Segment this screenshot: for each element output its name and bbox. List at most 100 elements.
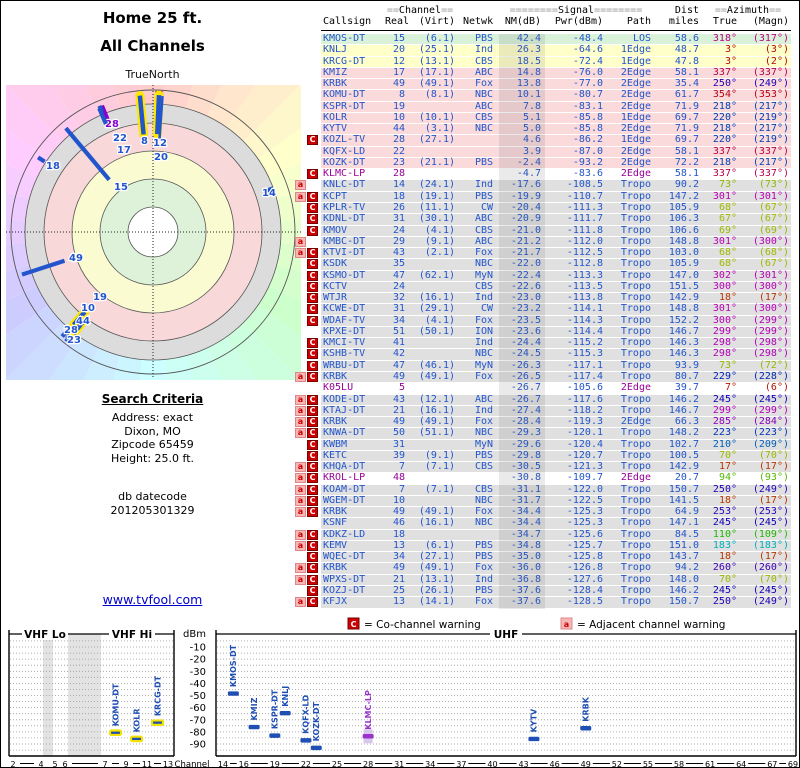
channel-spoke-label: 22 xyxy=(113,133,127,144)
real-channel-cell: 31 xyxy=(392,438,405,450)
miles-cell: 141.5 xyxy=(668,494,699,506)
network-cell: ABC xyxy=(474,100,493,112)
azimuth-true-cell: 68° xyxy=(718,201,737,213)
db-datecode-value: 201205301329 xyxy=(110,504,195,517)
azimuth-true-cell: 354° xyxy=(712,89,737,101)
azimuth-true-cell: 73° xyxy=(718,359,737,371)
nm-db-cell: 42.4 xyxy=(516,33,541,44)
nm-db-cell: -21.0 xyxy=(510,224,541,236)
co-channel-warning-badge: C xyxy=(307,529,318,540)
callsign-cell: KNWA-DT xyxy=(323,427,366,439)
nm-db-cell: -24.5 xyxy=(510,348,541,360)
virtual-channel-cell: (2.1) xyxy=(424,247,455,259)
co-channel-warning-badge: C xyxy=(307,450,318,461)
column-header: (Virt) xyxy=(418,16,455,27)
signal-bar xyxy=(279,711,291,716)
tvfool-link[interactable]: www.tvfool.com xyxy=(103,592,203,607)
azimuth-magnetic-cell: (93°) xyxy=(758,472,789,484)
path-cell: Tropo xyxy=(620,562,651,574)
adjacent-channel-warning-badge: a xyxy=(295,495,306,506)
network-cell: PBS xyxy=(474,551,493,563)
miles-cell: 146.2 xyxy=(668,393,699,405)
power-dbm-cell: -119.3 xyxy=(566,416,603,428)
table-header-rule xyxy=(321,30,791,31)
azimuth-magnetic-cell: (245°) xyxy=(752,393,789,405)
network-cell: NBC xyxy=(474,494,493,506)
channel-spoke-label: 10 xyxy=(81,303,95,314)
power-dbm-cell: -126.8 xyxy=(566,562,603,574)
azimuth-true-cell: 94° xyxy=(718,472,737,484)
azimuth-magnetic-cell: (249°) xyxy=(752,596,789,608)
signal-bar-callsign-label: KOLR xyxy=(132,709,141,733)
miles-cell: 48.7 xyxy=(674,44,699,56)
virtual-channel-cell: (16.1) xyxy=(418,404,455,416)
nm-db-cell: 7.8 xyxy=(522,100,541,112)
azimuth-true-cell: 3° xyxy=(724,44,737,56)
nm-db-cell: -20.4 xyxy=(510,201,541,213)
adjacent-channel-warning-badge: a xyxy=(295,574,306,585)
azimuth-magnetic-cell: (6°) xyxy=(764,382,789,394)
nm-db-cell: -26.3 xyxy=(510,359,541,371)
miles-cell: 151.5 xyxy=(668,280,699,292)
y-tick-label: -50 xyxy=(190,691,206,702)
power-dbm-cell: -85.8 xyxy=(572,111,603,123)
power-dbm-cell: -128.5 xyxy=(566,596,603,608)
miles-cell: 146.7 xyxy=(668,404,699,416)
azimuth-magnetic-cell: (317°) xyxy=(752,33,789,44)
signal-bar-callsign-label: KOZK-DT xyxy=(312,701,321,741)
path-cell: 1Edge xyxy=(620,134,651,146)
path-cell: 2Edge xyxy=(620,89,651,101)
co-channel-warning-badge: C xyxy=(307,507,318,518)
power-dbm-cell: -125.8 xyxy=(566,551,603,563)
real-channel-cell: 49 xyxy=(392,416,405,428)
network-cell: Fox xyxy=(474,416,493,428)
power-dbm-cell: -125.6 xyxy=(566,528,603,540)
real-channel-cell: 13 xyxy=(392,596,405,608)
virtual-channel-cell xyxy=(413,102,455,112)
path-cell: Tropo xyxy=(620,280,651,292)
nm-db-cell: 5.1 xyxy=(522,111,541,123)
power-dbm-cell: -93.2 xyxy=(572,156,603,168)
column-header: Path xyxy=(626,16,651,27)
real-channel-cell: 41 xyxy=(392,337,405,349)
network-cell xyxy=(463,473,493,483)
adjacent-channel-warning-badge: a xyxy=(295,507,306,518)
search-criteria-heading: Search Criteria xyxy=(101,392,204,406)
co-channel-warning-badge: C xyxy=(307,214,318,225)
power-dbm-cell: -86.2 xyxy=(572,134,603,146)
real-channel-cell: 50 xyxy=(392,427,405,439)
azimuth-magnetic-cell: (260°) xyxy=(752,562,789,574)
real-channel-cell: 7 xyxy=(398,461,405,473)
power-dbm-cell: -121.3 xyxy=(566,461,603,473)
virtual-channel-cell: (9.1) xyxy=(424,235,455,247)
power-dbm-cell: -128.4 xyxy=(566,585,603,597)
real-channel-cell: 46 xyxy=(392,517,405,529)
azimuth-magnetic-cell: (67°) xyxy=(758,258,789,270)
callsign-cell: WRBU-DT xyxy=(323,359,366,371)
nm-db-cell: -31.7 xyxy=(510,494,541,506)
co-channel-warning-badge: C xyxy=(307,169,318,180)
channel-spoke-label: 20 xyxy=(154,152,168,163)
table-row: Ca KROL-LP 48 -30.8 -109.7 2Edge 20.7 94° (93°) xyxy=(295,472,791,485)
network-cell: CBS xyxy=(474,461,493,473)
channel-tick-label: 14 xyxy=(218,760,228,768)
nm-db-cell: -20.9 xyxy=(510,213,541,225)
azimuth-true-cell: 17° xyxy=(718,461,737,473)
azimuth-true-cell: 183° xyxy=(712,539,737,551)
path-cell: Tropo xyxy=(620,404,651,416)
path-cell: Tropo xyxy=(620,314,651,326)
miles-cell: 71.9 xyxy=(674,100,699,112)
co-channel-warning-badge: C xyxy=(307,202,318,213)
azimuth-true-cell: 223° xyxy=(712,427,737,439)
virtual-channel-cell: (26.1) xyxy=(418,585,455,597)
nm-db-cell: 3.9 xyxy=(522,145,541,157)
network-cell: Ind xyxy=(474,44,493,56)
co-channel-warning-badge: C xyxy=(307,417,318,428)
azimuth-true-cell: 337° xyxy=(712,168,737,180)
azimuth-magnetic-cell: (183°) xyxy=(752,539,789,551)
virtual-channel-cell: (51.1) xyxy=(418,427,455,439)
azimuth-magnetic-cell: (219°) xyxy=(752,134,789,146)
network-cell: CBS xyxy=(474,224,493,236)
band-title: UHF xyxy=(494,629,519,641)
power-dbm-cell: -120.4 xyxy=(566,438,603,450)
